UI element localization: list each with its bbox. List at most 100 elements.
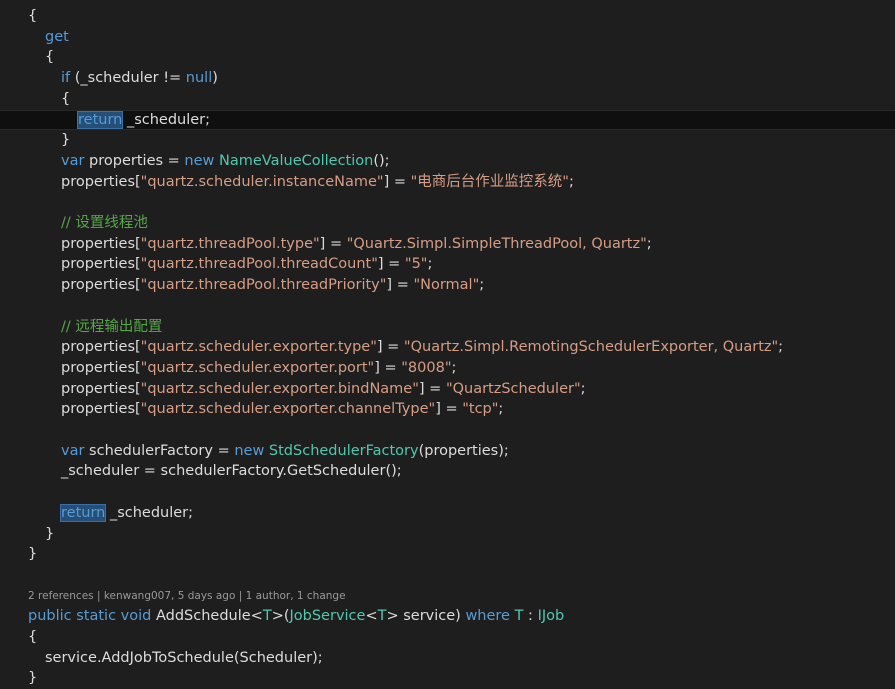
keyword: public [28,608,72,625]
code-text: ; [451,359,457,376]
code-line[interactable]: properties["quartz.threadPool.threadPrio… [0,275,895,296]
code-line[interactable]: } [0,130,895,151]
keyword: if [61,70,71,87]
code-lens-info[interactable]: 2 references | kenwang007, 5 days ago | … [28,589,346,603]
code-line[interactable] [0,482,895,503]
type-name: IJob [537,608,565,625]
type-name: StdSchedulerFactory [268,442,419,459]
string-literal: "quartz.scheduler.instanceName" [140,173,384,190]
string-literal: "8008" [401,359,452,376]
code-text: ] = [383,173,411,190]
code-text: { [28,629,38,645]
code-text: properties[ [61,173,141,190]
code-text: properties[ [61,401,141,418]
string-literal: "quartz.scheduler.exporter.channelType" [140,401,436,418]
code-text: < [365,608,378,625]
code-text: (_scheduler != [70,70,186,87]
code-line[interactable]: if (_scheduler != null) [0,68,895,89]
code-text: ) [212,70,218,87]
code-text: ] = [418,380,446,397]
type-name: T [262,608,272,625]
code-editor[interactable]: {get{if (_scheduler != null){return _sch… [0,0,895,686]
string-literal: "Quartz.Simpl.SimpleThreadPool, Quartz" [346,235,647,252]
code-line[interactable] [0,565,895,586]
code-text: _scheduler = schedulerFactory.GetSchedul… [61,463,402,480]
string-literal: "quartz.scheduler.exporter.bindName" [140,380,419,397]
keyword: void [120,608,152,625]
code-text: ; [427,256,433,273]
code-line[interactable]: properties["quartz.scheduler.instanceNam… [0,172,895,193]
code-text: _scheduler; [105,504,194,521]
code-line[interactable] [0,296,895,317]
code-text: ; [646,235,652,252]
keyword: null [185,70,213,87]
code-line[interactable]: get [0,27,895,48]
code-text: ] = [374,359,402,376]
code-text: ] = [377,256,405,273]
code-text: { [28,8,38,24]
code-text: >( [271,608,290,625]
code-line[interactable]: // 远程输出配置 [0,317,895,338]
string-literal: "quartz.threadPool.threadCount" [140,256,378,273]
code-line[interactable]: { [0,6,895,27]
code-text: } [61,132,71,149]
code-text: ; [479,277,485,294]
type-name: JobService [289,608,366,625]
string-literal: "5" [404,256,428,273]
comment: // 远程输出配置 [61,318,163,335]
keyword: new [234,442,265,459]
keyword: get [45,28,69,45]
keyword: where [465,608,510,625]
code-line[interactable]: var properties = new NameValueCollection… [0,151,895,172]
code-line[interactable]: // 设置线程池 [0,213,895,234]
code-line[interactable]: { [0,627,895,648]
code-text: service.AddJobToSchedule(Scheduler); [45,649,323,666]
code-line[interactable]: service.AddJobToSchedule(Scheduler); [0,648,895,669]
code-text: (); [373,152,390,169]
code-line[interactable] [0,192,895,213]
current-code-line[interactable]: return _scheduler; [0,109,895,131]
code-line[interactable]: return _scheduler; [0,503,895,524]
code-line[interactable]: properties["quartz.scheduler.exporter.po… [0,358,895,379]
highlighted-keyword: return [59,503,107,522]
keyword: static [76,608,117,625]
code-line[interactable]: properties["quartz.scheduler.exporter.bi… [0,379,895,400]
code-line[interactable] [0,420,895,441]
code-text: { [61,90,71,107]
code-text: _scheduler; [122,111,211,128]
code-line[interactable]: _scheduler = schedulerFactory.GetSchedul… [0,461,895,482]
comment: // 设置线程池 [61,215,148,231]
keyword: new [184,152,215,169]
code-text: > service) [386,608,466,625]
string-literal: "quartz.scheduler.exporter.port" [140,359,375,376]
code-text: } [28,670,38,687]
code-line[interactable]: properties["quartz.threadPool.threadCoun… [0,254,895,275]
string-literal: "quartz.scheduler.exporter.type" [140,339,377,356]
code-text: ; [778,339,784,356]
code-line[interactable]: } [0,544,895,565]
code-line[interactable]: properties["quartz.scheduler.exporter.ch… [0,399,895,420]
code-text: properties[ [61,256,141,273]
code-line[interactable]: } [0,524,895,545]
code-line[interactable]: var schedulerFactory = new StdSchedulerF… [0,441,895,462]
code-line[interactable]: { [0,47,895,68]
code-text: ] = [376,339,404,356]
string-literal: "QuartzScheduler" [445,380,581,397]
code-text: AddSchedule< [151,608,263,625]
keyword: var [61,152,85,169]
string-literal: "Quartz.Simpl.RemotingSchedulerExporter,… [403,339,779,356]
code-line[interactable]: public static void AddSchedule<T>(JobSer… [0,606,895,627]
code-text: (properties); [418,442,509,459]
string-literal: "Normal" [413,277,480,294]
code-text: properties[ [61,359,141,376]
code-text: properties[ [61,235,141,252]
code-text: ] = [435,401,463,418]
code-line[interactable]: properties["quartz.threadPool.type"] = "… [0,234,895,255]
code-line[interactable]: { [0,89,895,110]
code-text: ; [568,173,574,190]
code-text: : [523,608,538,625]
type-name: NameValueCollection [219,152,374,169]
code-text: ; [580,380,586,397]
code-line[interactable]: properties["quartz.scheduler.exporter.ty… [0,337,895,358]
string-literal: "quartz.threadPool.type" [140,235,320,252]
